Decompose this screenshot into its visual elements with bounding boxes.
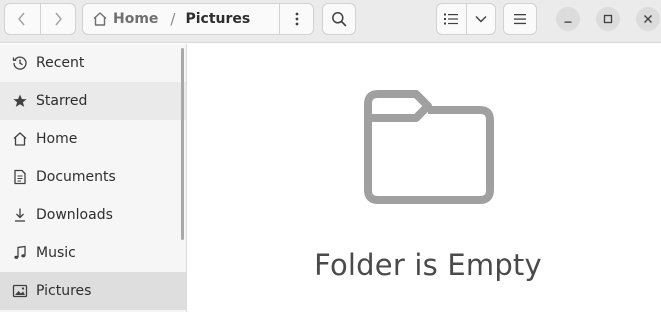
sidebar-item-label: Recent <box>36 55 85 71</box>
navigation-buttons <box>4 3 76 35</box>
sidebar: Recent Starred Home Documents Downloads … <box>0 44 187 312</box>
sidebar-item-label: Starred <box>36 93 88 109</box>
main-menu-button[interactable] <box>503 3 537 35</box>
home-icon <box>12 131 28 147</box>
list-view-icon <box>444 13 459 25</box>
maximize-icon <box>603 14 613 24</box>
view-toggle <box>436 3 496 35</box>
home-icon <box>93 12 107 26</box>
view-options-button[interactable] <box>465 4 496 34</box>
sidebar-item-recent[interactable]: Recent <box>0 44 186 82</box>
hamburger-menu-icon <box>514 14 526 25</box>
sidebar-item-documents[interactable]: Documents <box>0 158 186 196</box>
close-button[interactable] <box>636 7 660 31</box>
sidebar-item-label: Home <box>36 131 78 147</box>
breadcrumb-home-label: Home <box>113 11 159 27</box>
back-button[interactable] <box>5 4 40 34</box>
sidebar-item-pictures[interactable]: Pictures <box>0 272 186 310</box>
sidebar-scrollbar[interactable] <box>181 48 184 240</box>
maximize-button[interactable] <box>596 7 620 31</box>
minimize-button[interactable] <box>556 7 580 31</box>
breadcrumb-home[interactable]: Home <box>92 11 158 27</box>
sidebar-item-music[interactable]: Music <box>0 234 186 272</box>
star-icon <box>12 93 28 109</box>
music-icon <box>12 245 28 261</box>
forward-button[interactable] <box>39 4 76 34</box>
empty-state-label: Folder is Empty <box>314 248 542 282</box>
breadcrumb-separator: / <box>170 10 176 28</box>
picture-icon <box>12 283 28 299</box>
path-menu-button[interactable] <box>279 4 313 34</box>
clock-icon <box>12 55 28 71</box>
sidebar-item-downloads[interactable]: Downloads <box>0 196 186 234</box>
document-icon <box>12 169 28 185</box>
search-icon <box>332 12 347 27</box>
header-bar: Home / Pictures <box>0 0 661 43</box>
minimize-icon <box>564 21 572 23</box>
sidebar-item-label: Documents <box>36 169 116 185</box>
vertical-dots-icon <box>295 12 298 26</box>
breadcrumb: Home / Pictures <box>82 3 314 35</box>
sidebar-item-label: Downloads <box>36 207 113 223</box>
file-view: Folder is Empty <box>188 44 661 312</box>
chevron-down-icon <box>475 16 487 23</box>
sidebar-item-label: Music <box>36 245 76 261</box>
chevron-right-icon <box>55 12 62 26</box>
breadcrumb-current[interactable]: Pictures <box>185 11 250 27</box>
close-icon <box>644 15 652 23</box>
sidebar-item-starred[interactable]: Starred <box>0 82 186 120</box>
search-button[interactable] <box>322 3 356 35</box>
sidebar-item-label: Pictures <box>36 283 92 299</box>
list-view-button[interactable] <box>437 4 466 34</box>
sidebar-item-home[interactable]: Home <box>0 120 186 158</box>
download-icon <box>12 207 28 223</box>
folder-icon <box>364 90 494 204</box>
chevron-left-icon <box>18 12 25 26</box>
